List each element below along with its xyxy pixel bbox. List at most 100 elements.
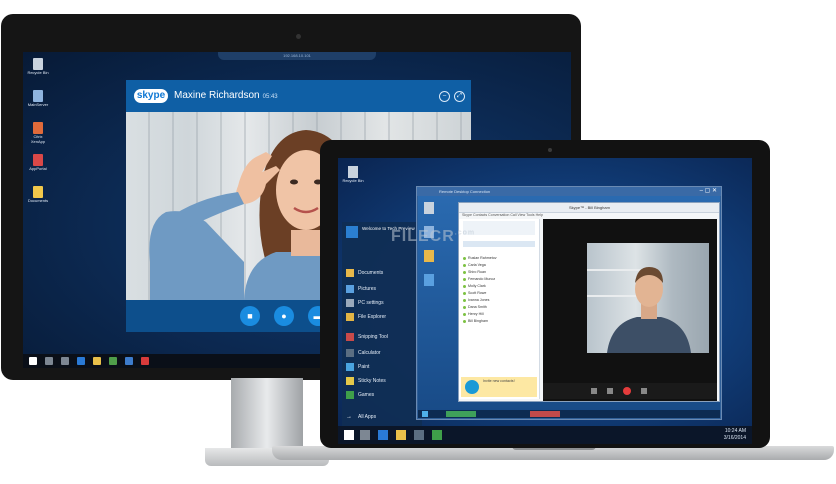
store-icon[interactable] <box>414 430 424 440</box>
start-item-label: Sticky Notes <box>358 378 386 384</box>
contact-item[interactable]: Fernando Munoz <box>463 276 535 283</box>
video-icon[interactable] <box>607 388 613 394</box>
recycle-bin-icon <box>348 166 358 178</box>
file-explorer-icon[interactable] <box>396 430 406 440</box>
documents-icon <box>346 269 354 277</box>
start-icon[interactable] <box>344 430 354 440</box>
remote-connection-label: 192.168.10.101 <box>283 53 311 58</box>
call-contact-name: Maxine Richardson 05:43 <box>174 89 278 104</box>
laptop-lid: Recycle Bin Welcome to Tech Preview Docu… <box>320 140 770 448</box>
window-controls-icon[interactable]: – ▢ ✕ <box>700 187 717 196</box>
desktop-icon-mainserver[interactable]: MainServer <box>27 90 49 120</box>
start-item-documents[interactable]: Documents <box>346 268 420 279</box>
status-online-icon <box>463 284 466 288</box>
start-icon[interactable] <box>422 411 428 417</box>
contact-item[interactable]: Ruslan Rahmetov <box>463 255 535 262</box>
mail-icon[interactable] <box>125 357 133 365</box>
task-view-icon[interactable] <box>61 357 69 365</box>
folder-icon <box>346 313 354 321</box>
contact-label: Bill Bingham <box>468 319 488 323</box>
contact-label: Scott Rowe <box>468 291 487 295</box>
start-item-label: Documents <box>358 270 384 276</box>
hang-up-icon[interactable] <box>623 387 631 395</box>
pictures-icon <box>346 285 354 293</box>
contact-item[interactable]: Bill Bingham <box>463 318 535 325</box>
skype-menu-bar[interactable]: Skype Contacts Conversation Call View To… <box>459 212 722 219</box>
video-toggle-icon[interactable]: ■ <box>240 306 260 326</box>
all-apps-label: All Apps <box>358 414 377 420</box>
start-item-label: File Explorer <box>358 314 387 320</box>
opera-icon[interactable] <box>141 357 149 365</box>
start-all-apps[interactable]: → All Apps <box>346 412 420 423</box>
microphone-icon[interactable] <box>591 388 597 394</box>
desktop-icon-label: AppPortal <box>29 166 47 171</box>
status-online-icon <box>463 277 466 281</box>
recycle-bin-icon[interactable] <box>424 202 434 214</box>
contact-item[interactable]: Ivanna Jones <box>463 297 535 304</box>
desktop-icon-label: Recycle Bin <box>342 178 364 183</box>
invite-notification[interactable]: Invite new contacts! <box>461 377 537 397</box>
contact-list: Ruslan Rahmetov Carla Vega Shiro Ruan Fe… <box>459 219 540 399</box>
edge-icon[interactable] <box>77 357 85 365</box>
contact-item[interactable]: Shiro Ruan <box>463 269 535 276</box>
remote-video-feed <box>587 243 709 353</box>
contact-item[interactable]: Molly Clark <box>463 283 535 290</box>
chat-icon[interactable] <box>641 388 647 394</box>
start-item-sticky-notes[interactable]: Sticky Notes <box>346 376 420 387</box>
contact-item[interactable]: Scott Rowe <box>463 290 535 297</box>
start-item-file-explorer[interactable]: File Explorer <box>346 312 420 323</box>
call-control-bar <box>543 383 717 399</box>
clock-time: 10:24 AM <box>724 428 746 434</box>
desktop-icon-documents[interactable]: Documents <box>27 186 49 216</box>
laptop-desktop-icon[interactable]: Recycle Bin <box>342 166 364 183</box>
status-online-icon <box>463 312 466 316</box>
caller-video-image <box>607 267 691 353</box>
start-item-pictures[interactable]: Pictures <box>346 284 420 295</box>
arrow-right-icon: → <box>346 414 352 420</box>
skype-icon <box>465 380 479 394</box>
start-icon[interactable] <box>29 357 37 365</box>
notification-text: Invite new contacts! <box>483 379 515 383</box>
minimize-icon[interactable]: – <box>439 91 450 102</box>
store-icon[interactable] <box>109 357 117 365</box>
watermark-suffix: .com <box>454 229 476 237</box>
start-item-label: PC settings <box>358 300 384 306</box>
microphone-icon[interactable]: ● <box>274 306 294 326</box>
taskbar-app[interactable] <box>446 411 476 417</box>
desktop-icons: Recycle Bin MainServer Citrix XenApp App… <box>27 58 49 218</box>
desktop-icon-label: Citrix XenApp <box>30 134 46 144</box>
start-item-calculator[interactable]: Calculator <box>346 348 420 359</box>
start-item-snipping-tool[interactable]: Snipping Tool <box>346 332 420 343</box>
contact-label: Carla Vega <box>468 263 486 267</box>
folder-icon <box>33 186 43 198</box>
status-online-icon <box>463 319 466 323</box>
search-icon[interactable] <box>360 430 370 440</box>
remote-connection-bar[interactable]: 192.168.10.101 <box>218 52 376 60</box>
file-explorer-icon[interactable] <box>93 357 101 365</box>
desktop-icon-label: Recycle Bin <box>27 70 49 75</box>
taskbar-app[interactable] <box>530 411 560 417</box>
search-icon[interactable] <box>45 357 53 365</box>
status-online-icon <box>463 291 466 295</box>
desktop-icon-appportal[interactable]: AppPortal <box>27 154 49 184</box>
start-item-games[interactable]: Games <box>346 390 420 401</box>
desktop-icon-citrix[interactable]: Citrix XenApp <box>27 122 49 152</box>
calculator-icon <box>346 349 354 357</box>
internet-explorer-icon[interactable] <box>378 430 388 440</box>
video-call-pane <box>543 219 717 401</box>
contact-item[interactable]: Carla Vega <box>463 262 535 269</box>
contact-label: Henry Hill <box>468 312 484 316</box>
start-item-paint[interactable]: Paint <box>346 362 420 373</box>
call-duration: 05:43 <box>262 94 278 100</box>
contact-item[interactable]: Henry Hill <box>463 311 535 318</box>
xbox-icon[interactable] <box>432 430 442 440</box>
popout-icon[interactable]: ⤢ <box>454 91 465 102</box>
taskbar-clock[interactable]: 10:24 AM 3/16/2014 <box>724 428 746 442</box>
folder-icon[interactable] <box>424 250 434 262</box>
start-item-pc-settings[interactable]: PC settings <box>346 298 420 309</box>
desktop-icon-recycle-bin[interactable]: Recycle Bin <box>27 58 49 88</box>
contact-label: Ivanna Jones <box>468 298 490 302</box>
network-icon[interactable] <box>424 274 434 286</box>
gear-icon <box>346 299 354 307</box>
contact-item[interactable]: Dana Smith <box>463 304 535 311</box>
